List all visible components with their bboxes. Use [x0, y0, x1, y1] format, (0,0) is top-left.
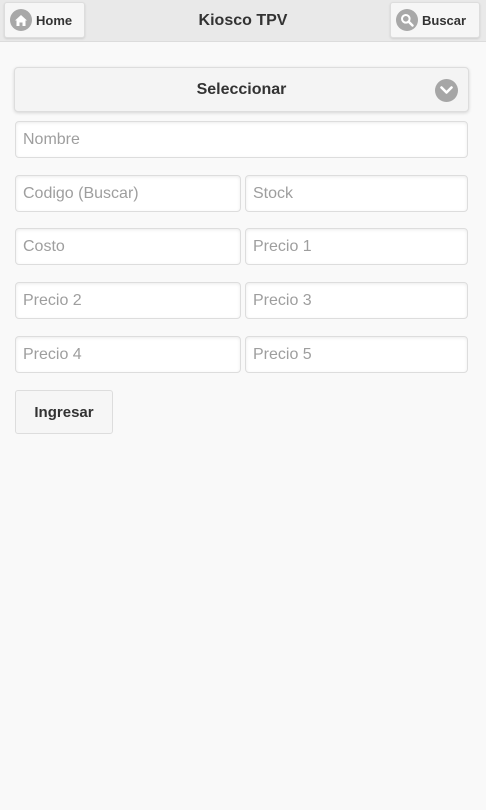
header-bar: Home Kiosco TPV Buscar [0, 0, 486, 42]
home-icon [10, 9, 32, 31]
nombre-field[interactable] [15, 121, 468, 158]
precio2-field[interactable] [15, 282, 241, 319]
precio3-field[interactable] [245, 282, 468, 319]
precio5-field[interactable] [245, 336, 468, 373]
search-button[interactable]: Buscar [390, 2, 480, 38]
select-label: Seleccionar [196, 80, 287, 98]
ingresar-button[interactable]: Ingresar [15, 390, 113, 434]
category-select[interactable]: Seleccionar [14, 67, 469, 112]
search-button-label: Buscar [422, 12, 467, 28]
home-button-label: Home [36, 12, 73, 28]
precio1-field[interactable] [245, 228, 468, 265]
page-title: Kiosco TPV [198, 12, 288, 29]
precio4-field[interactable] [15, 336, 241, 373]
stock-field[interactable] [245, 175, 468, 212]
costo-field[interactable] [15, 228, 241, 265]
search-icon [396, 9, 418, 31]
home-button[interactable]: Home [4, 2, 85, 38]
codigo-field[interactable] [15, 175, 241, 212]
chevron-down-icon [435, 79, 458, 102]
